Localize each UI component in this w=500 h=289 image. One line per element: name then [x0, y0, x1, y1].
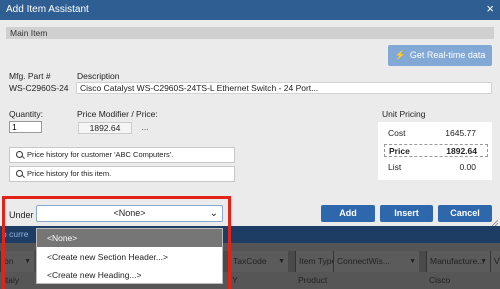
price-field[interactable]: 1892.64	[78, 122, 132, 134]
description-field: Cisco Catalyst WS-C2960S-24TS-L Ethernet…	[76, 82, 492, 94]
magnifier-icon	[16, 170, 23, 177]
mfg-part-value: WS-C2960S-24	[9, 83, 69, 93]
dropdown-option-new-heading[interactable]: <Create new Heading...>	[37, 266, 222, 284]
list-label: List	[388, 162, 402, 172]
description-label: Description	[77, 71, 120, 81]
title-bar: Add Item Assistant ×	[0, 0, 500, 20]
unit-pricing-row[interactable]: Price 1892.64	[384, 144, 488, 157]
chevron-down-icon: ▼	[480, 258, 487, 265]
chevron-down-icon: ▼	[409, 258, 416, 265]
price-value: 1892.64	[446, 146, 477, 156]
quantity-input[interactable]	[9, 121, 42, 133]
customer-price-history-button[interactable]: Price history for customer 'ABC Computer…	[9, 147, 235, 163]
magnifier-icon	[16, 151, 23, 158]
grid-cell: Product	[298, 275, 328, 285]
grid-cell: Cisco	[429, 275, 451, 285]
dropdown-option-none[interactable]: <None>	[37, 229, 222, 247]
get-realtime-data-label: Get Real-time data	[409, 50, 486, 60]
grid-column-header[interactable]: Manufacture... ▼	[426, 251, 490, 272]
grid-column-header[interactable]: ConnectWis... ▼	[333, 251, 419, 272]
grid-column-label: Manufacture...	[430, 256, 485, 266]
cost-label: Cost	[388, 128, 406, 138]
grid-column-header[interactable]: V	[490, 251, 500, 272]
add-button[interactable]: Add	[321, 205, 375, 222]
dropdown-option-new-section-header[interactable]: <Create new Section Header...>	[37, 248, 222, 266]
under-label: Under	[9, 210, 34, 220]
bolt-icon: ⚡	[394, 50, 406, 60]
grid-column-label: V	[494, 256, 500, 266]
quantity-label: Quantity:	[9, 109, 44, 119]
unit-pricing-row: Cost 1645.77	[378, 127, 492, 140]
unit-pricing-panel: Cost 1645.77 Price 1892.64 List 0.00	[378, 122, 492, 180]
under-selected-value: <None>	[113, 208, 146, 218]
price-modifier-label: Price Modifier / Price:	[77, 109, 158, 119]
window-title: Add Item Assistant	[6, 4, 89, 15]
section-header: Main Item	[6, 27, 494, 39]
price-label: Price	[389, 146, 410, 156]
price-more-button[interactable]: ...	[136, 122, 154, 134]
item-price-history-label: Price history for this item.	[27, 169, 112, 178]
chevron-down-icon: ▼	[24, 258, 31, 265]
get-realtime-data-button[interactable]: ⚡ Get Real-time data	[388, 45, 492, 66]
grid-column-header[interactable]: TaxCode ▼	[229, 251, 288, 272]
under-select[interactable]: <None> ⌄	[36, 205, 223, 222]
chevron-down-icon: ▼	[278, 258, 285, 265]
insert-button[interactable]: Insert	[380, 205, 433, 222]
grid-cell: itaiy	[4, 275, 20, 285]
unit-pricing-row: List 0.00	[378, 161, 492, 174]
unit-pricing-title: Unit Pricing	[382, 109, 426, 119]
grid-column-label: ConnectWis...	[337, 256, 390, 266]
close-icon[interactable]: ×	[486, 2, 494, 16]
chevron-down-icon: ⌄	[209, 208, 218, 219]
grid-column-label: TaxCode	[233, 256, 267, 266]
grid-column-label: Item Type	[299, 256, 337, 266]
grid-column-label: on	[4, 256, 14, 266]
under-dropdown-menu: <None> <Create new Section Header...> <C…	[36, 228, 223, 284]
grid-column-header[interactable]: on ▼	[0, 251, 34, 272]
list-value: 0.00	[459, 162, 476, 172]
item-price-history-button[interactable]: Price history for this item.	[9, 166, 235, 182]
grid-cell: Y	[232, 275, 238, 285]
customer-price-history-label: Price history for customer 'ABC Computer…	[27, 150, 174, 159]
mfg-part-label: Mfg. Part #	[9, 71, 51, 81]
cost-value: 1645.77	[445, 128, 476, 138]
cancel-button[interactable]: Cancel	[438, 205, 492, 222]
